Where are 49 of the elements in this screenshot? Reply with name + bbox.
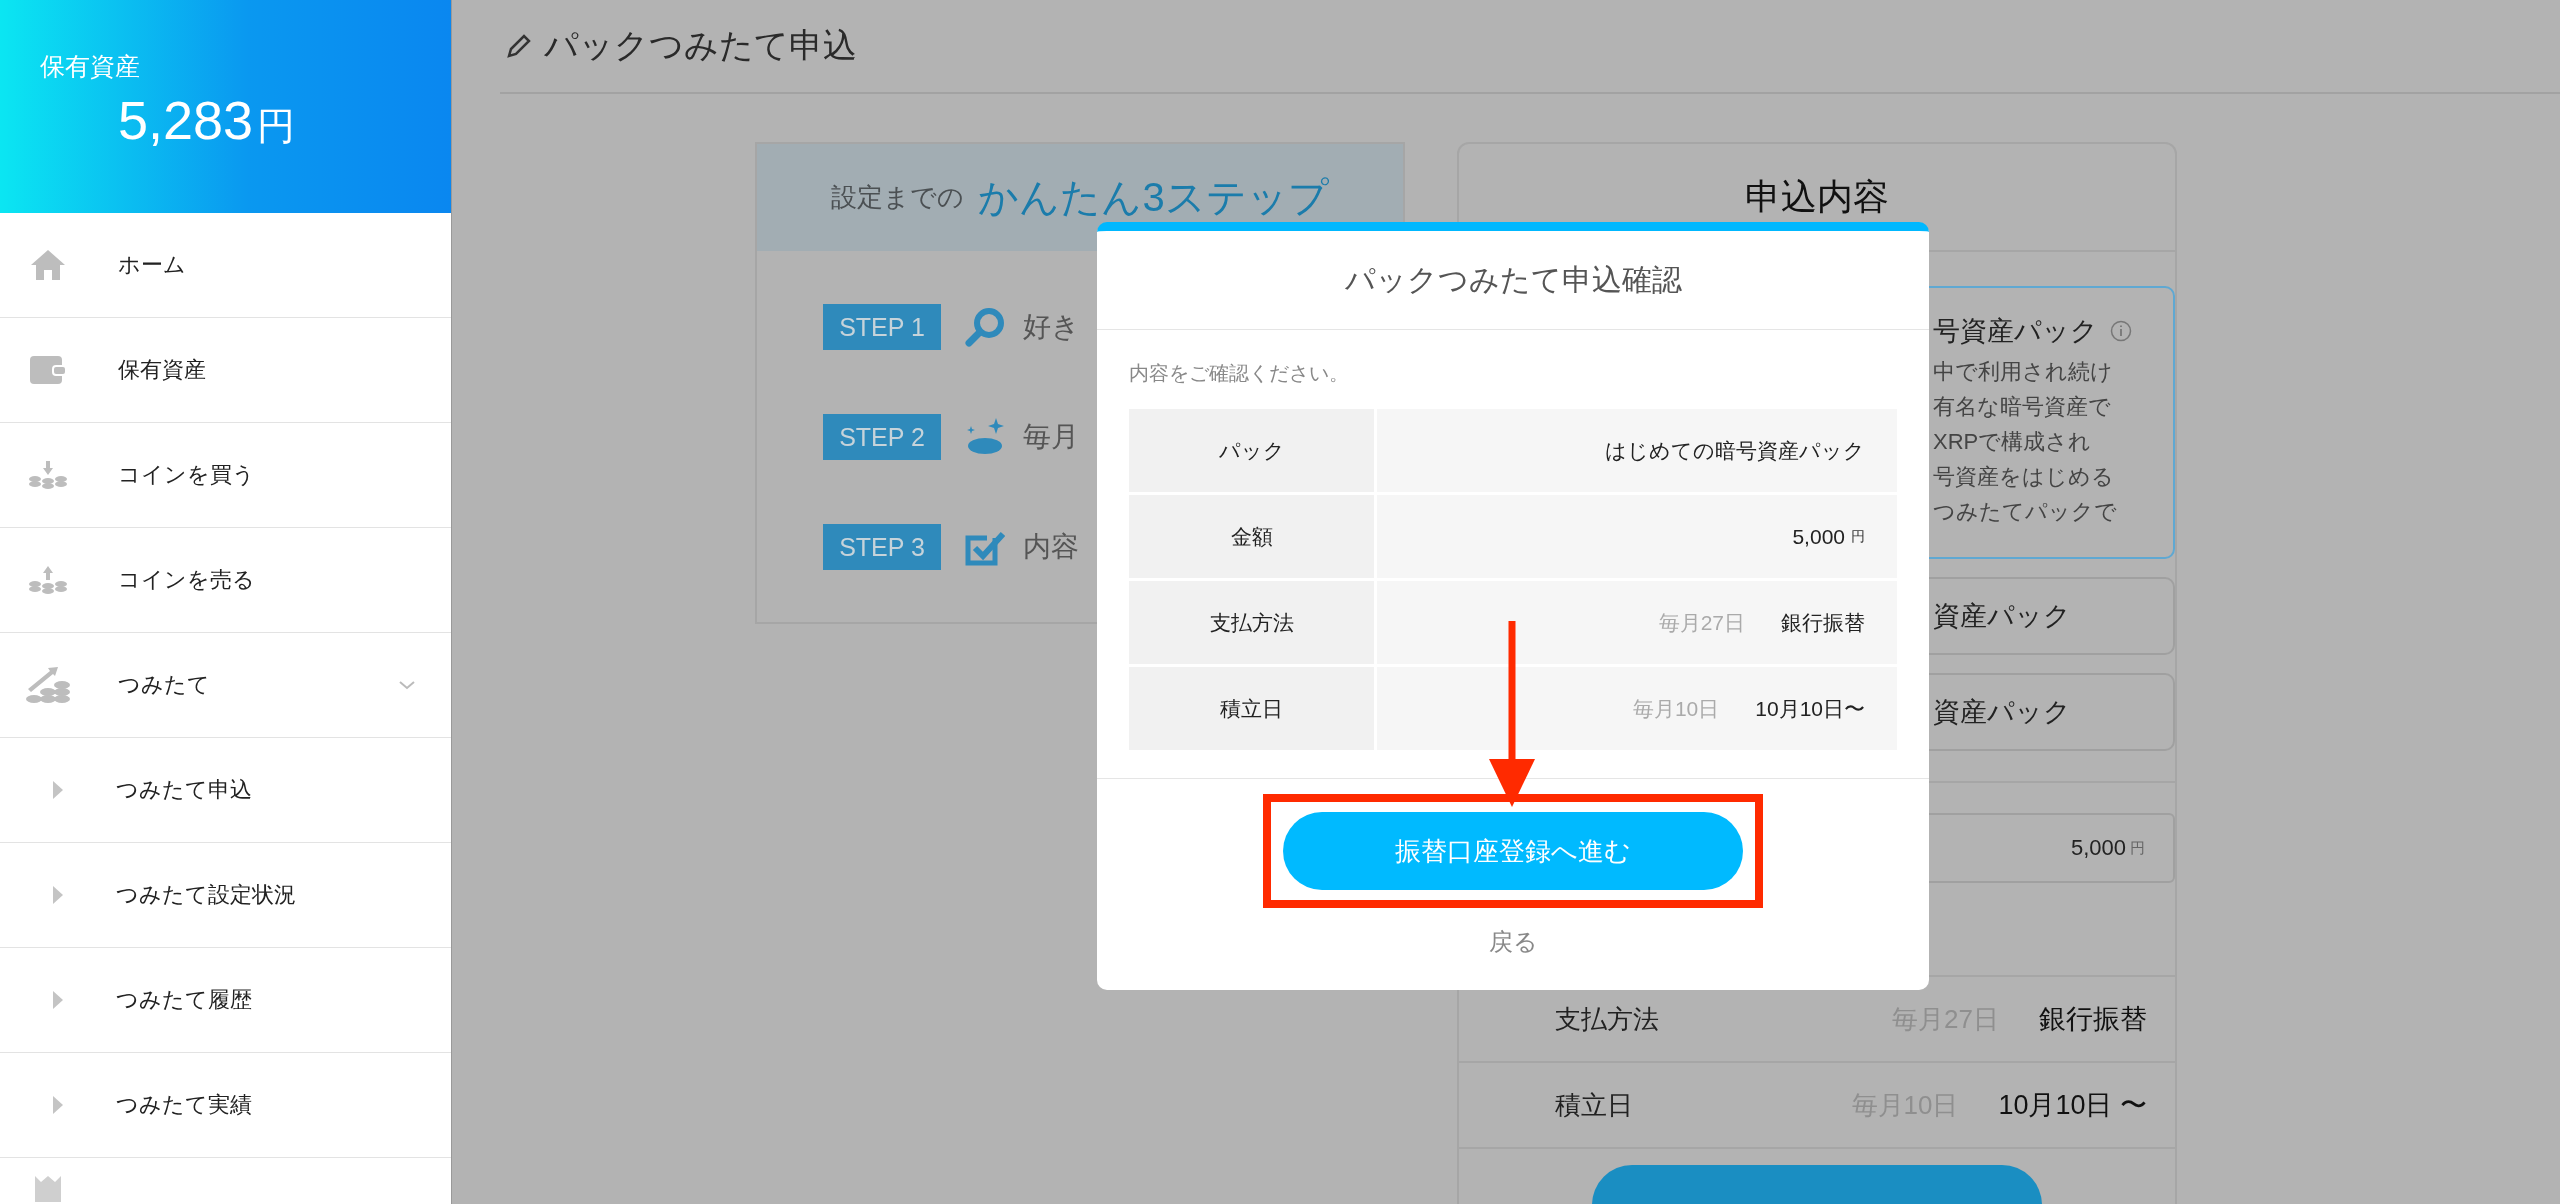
back-link[interactable]: 戻る [1488, 926, 1538, 958]
nav-item[interactable]: ホーム [0, 213, 451, 318]
table-label-cell: 積立日 [1129, 667, 1374, 750]
value-text: 10月10日〜 [1755, 695, 1865, 722]
nav-item[interactable]: コインを売る [0, 528, 451, 633]
table-label-cell: 支払方法 [1129, 581, 1374, 664]
value-text: 銀行振替 [1781, 609, 1865, 636]
value-note: 毎月27日 [1658, 609, 1745, 636]
row-value: 10月10日 〜 [1998, 1089, 2147, 1122]
amount-unit: 円 [2130, 838, 2145, 858]
pack-description: つみたてパックで [1933, 498, 2118, 526]
dialog-message: 内容をご確認ください。 [1129, 361, 1350, 386]
table-label-cell: パック [1129, 409, 1374, 492]
step-text: 内容 [1023, 530, 1079, 564]
value-note: 毎月10日 [1632, 695, 1720, 722]
step-badge: STEP 1 [823, 304, 941, 350]
pack-description: 有名な暗号資産で [1933, 393, 2112, 421]
balance-value: 5,283 [118, 89, 254, 151]
pack-description: 号資産をはじめる [1933, 463, 2115, 491]
step-badge: STEP 3 [823, 524, 941, 570]
row-label: 積立日 [1555, 1088, 1633, 1122]
pack-name: 資産パック [1933, 600, 2071, 633]
nav-subitem[interactable]: つみたて履歴 [0, 948, 451, 1053]
pack-name: 号資産パック [1933, 315, 2098, 348]
nav-item[interactable]: つみたて [0, 633, 451, 738]
row-label: 支払方法 [1555, 1002, 1659, 1036]
nav-subitem[interactable]: つみたて設定状況 [0, 843, 451, 948]
value-text: 5,000 [1792, 524, 1845, 549]
steps-heading: かんたん3ステップ [978, 174, 1329, 221]
pack-description: 中で利用され続け [1933, 358, 2114, 386]
pack-name: 資産パック [1933, 696, 2071, 729]
value-text: はじめての暗号資産パック [1605, 437, 1865, 464]
dialog-title: パックつみたて申込確認 [1097, 231, 1929, 330]
row-value: 銀行振替 [2039, 1003, 2147, 1036]
balance-label: 保有資産 [40, 51, 141, 82]
nav-item[interactable]: コインを買う [0, 423, 451, 528]
page-title: パックつみたて申込 [544, 25, 857, 66]
currency-unit: 円 [257, 104, 296, 149]
pack-description: XRPで構成され [1933, 428, 2093, 456]
table-label-cell: 金額 [1129, 495, 1374, 578]
step-badge: STEP 2 [823, 414, 941, 460]
step-text: 好き [1023, 310, 1080, 344]
value-unit: 円 [1851, 527, 1865, 546]
amount-value: 5,000 [2070, 835, 2126, 861]
steps-heading-prefix: 設定までの [831, 181, 965, 214]
step-text: 毎月 [1023, 420, 1079, 454]
nav-subitem[interactable]: つみたて実績 [0, 1053, 451, 1158]
nav-item[interactable]: 保有資産 [0, 318, 451, 423]
nav-subitem[interactable]: つみたて申込 [0, 738, 451, 843]
